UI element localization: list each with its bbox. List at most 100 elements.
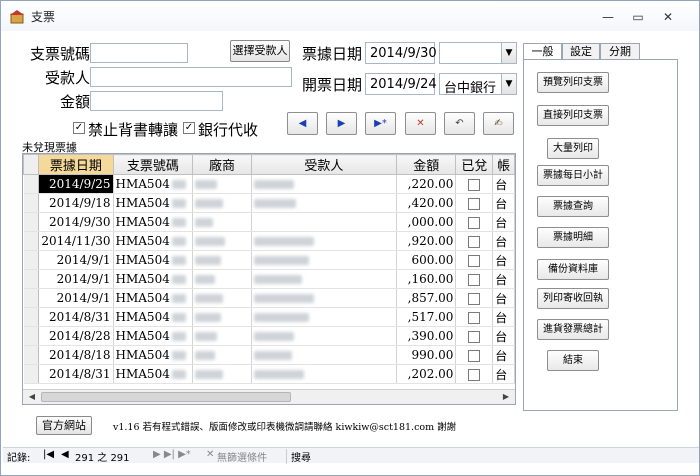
first-record-icon[interactable]: |◀ xyxy=(43,449,54,460)
new-record-button[interactable]: ▶* xyxy=(365,112,396,135)
cashed-checkbox[interactable] xyxy=(468,254,481,267)
row-payee[interactable] xyxy=(251,174,397,194)
row-cashed[interactable] xyxy=(455,250,494,270)
row-account[interactable]: 台 xyxy=(492,250,515,270)
row-amount[interactable]: ,202.00 xyxy=(396,364,457,384)
check-date-combo[interactable]: ▼ xyxy=(439,42,517,64)
side-button-3[interactable]: 票據每日小計 xyxy=(537,165,609,186)
row-selector[interactable] xyxy=(23,288,40,308)
cashed-checkbox[interactable] xyxy=(468,273,481,286)
cashed-checkbox[interactable] xyxy=(468,197,481,210)
chevron-down-icon[interactable]: ▼ xyxy=(501,74,516,94)
row-amount[interactable]: ,517.00 xyxy=(396,307,457,327)
cashed-checkbox[interactable] xyxy=(468,349,481,362)
row-account[interactable]: 台 xyxy=(492,345,515,365)
row-date[interactable]: 2014/11/30 xyxy=(38,231,114,251)
side-button-0[interactable]: 預覽列印支票 xyxy=(537,72,609,93)
column-header[interactable]: 票據日期 xyxy=(38,154,114,175)
row-date[interactable]: 2014/9/30 xyxy=(38,212,114,232)
row-vendor[interactable] xyxy=(192,269,252,289)
table-row[interactable]: 2014/9/1 HMA504 600.00 台 xyxy=(23,250,515,270)
row-selector[interactable] xyxy=(23,307,40,327)
record-position[interactable]: 291 之 291 xyxy=(75,449,130,464)
search-box[interactable]: 搜尋 xyxy=(286,449,311,464)
cashed-checkbox[interactable] xyxy=(468,330,481,343)
undo-button[interactable]: ↶ xyxy=(444,112,475,135)
row-check-no[interactable]: HMA504 xyxy=(113,364,194,384)
row-cashed[interactable] xyxy=(455,269,494,289)
row-selector[interactable] xyxy=(23,345,40,365)
row-date[interactable]: 2014/8/31 xyxy=(38,364,114,384)
column-header[interactable]: 已兌 xyxy=(455,154,494,175)
row-payee[interactable] xyxy=(251,250,397,270)
column-header[interactable]: 帳 xyxy=(492,154,515,175)
row-vendor[interactable] xyxy=(192,250,252,270)
row-amount[interactable]: ,000.00 xyxy=(396,212,457,232)
row-amount[interactable]: ,857.00 xyxy=(396,288,457,308)
column-header[interactable]: 支票號碼 xyxy=(112,154,194,175)
horizontal-scrollbar[interactable]: ◀ ▶ xyxy=(23,389,515,404)
table-row[interactable]: 2014/9/25 HMA504 ,220.00 台 xyxy=(23,174,515,194)
side-button-2[interactable]: 大量列印 xyxy=(547,138,599,159)
side-button-5[interactable]: 票據明細 xyxy=(537,227,609,248)
row-payee[interactable] xyxy=(251,193,397,213)
table-row[interactable]: 2014/11/30 HMA504 ,920.00 台 xyxy=(23,231,515,251)
row-account[interactable]: 台 xyxy=(492,231,515,251)
row-selector[interactable] xyxy=(23,326,40,346)
row-date[interactable]: 2014/9/1 xyxy=(38,250,114,270)
next-record-button[interactable]: ▶ xyxy=(326,112,357,135)
row-account[interactable]: 台 xyxy=(492,174,515,194)
row-cashed[interactable] xyxy=(455,231,494,251)
row-vendor[interactable] xyxy=(192,307,252,327)
row-amount[interactable]: ,160.00 xyxy=(396,269,457,289)
row-vendor[interactable] xyxy=(192,174,252,194)
row-selector[interactable] xyxy=(23,231,40,251)
row-check-no[interactable]: HMA504 xyxy=(113,174,194,194)
table-row[interactable]: 2014/9/30 HMA504 ,000.00 台 xyxy=(23,212,515,232)
row-selector[interactable] xyxy=(23,269,40,289)
minimize-button[interactable]: — xyxy=(598,11,618,25)
row-vendor[interactable] xyxy=(192,288,252,308)
column-header[interactable]: 金額 xyxy=(395,154,457,175)
row-cashed[interactable] xyxy=(455,364,494,384)
prev-record-button[interactable]: ◀ xyxy=(287,112,318,135)
row-account[interactable]: 台 xyxy=(492,269,515,289)
row-account[interactable]: 台 xyxy=(492,212,515,232)
row-amount[interactable]: ,920.00 xyxy=(396,231,457,251)
side-button-6[interactable]: 備份資料庫 xyxy=(537,259,609,280)
row-date[interactable]: 2014/8/28 xyxy=(38,326,114,346)
row-check-no[interactable]: HMA504 xyxy=(113,326,194,346)
column-header[interactable]: 受款人 xyxy=(250,154,397,175)
row-account[interactable]: 台 xyxy=(492,193,515,213)
prev-record-icon[interactable]: ◀ xyxy=(61,449,69,460)
row-vendor[interactable] xyxy=(192,212,252,232)
row-date[interactable]: 2014/9/1 xyxy=(38,288,114,308)
chevron-down-icon[interactable]: ▼ xyxy=(501,43,516,63)
row-cashed[interactable] xyxy=(455,193,494,213)
row-date[interactable]: 2014/9/25 xyxy=(38,174,114,194)
scroll-right-icon[interactable]: ▶ xyxy=(499,391,513,403)
row-cashed[interactable] xyxy=(455,212,494,232)
no-filter-label[interactable]: 無篩選條件 xyxy=(217,449,267,464)
side-button-9[interactable]: 結束 xyxy=(547,350,599,371)
check-no-input[interactable] xyxy=(90,43,188,63)
row-amount[interactable]: ,420.00 xyxy=(396,193,457,213)
row-payee[interactable] xyxy=(251,364,397,384)
row-check-no[interactable]: HMA504 xyxy=(113,307,194,327)
bank-agent-checkbox[interactable]: ✓ xyxy=(183,122,195,134)
row-amount[interactable]: 600.00 xyxy=(396,250,457,270)
row-payee[interactable] xyxy=(251,288,397,308)
select-payee-button[interactable]: 選擇受款人 xyxy=(230,40,290,62)
scrollbar-thumb[interactable] xyxy=(41,392,291,402)
no-endorse-checkbox[interactable]: ✓ xyxy=(73,122,85,134)
row-amount[interactable]: ,220.00 xyxy=(396,174,457,194)
cashed-checkbox[interactable] xyxy=(468,235,481,248)
row-cashed[interactable] xyxy=(455,307,494,327)
next-record-icon[interactable]: ▶ ▶| ▶* xyxy=(153,449,191,460)
row-vendor[interactable] xyxy=(192,193,252,213)
row-date[interactable]: 2014/8/31 xyxy=(38,307,114,327)
side-button-4[interactable]: 票據查詢 xyxy=(537,196,609,217)
table-row[interactable]: 2014/9/1 HMA504 ,857.00 台 xyxy=(23,288,515,308)
row-account[interactable]: 台 xyxy=(492,364,515,384)
row-check-no[interactable]: HMA504 xyxy=(113,288,194,308)
